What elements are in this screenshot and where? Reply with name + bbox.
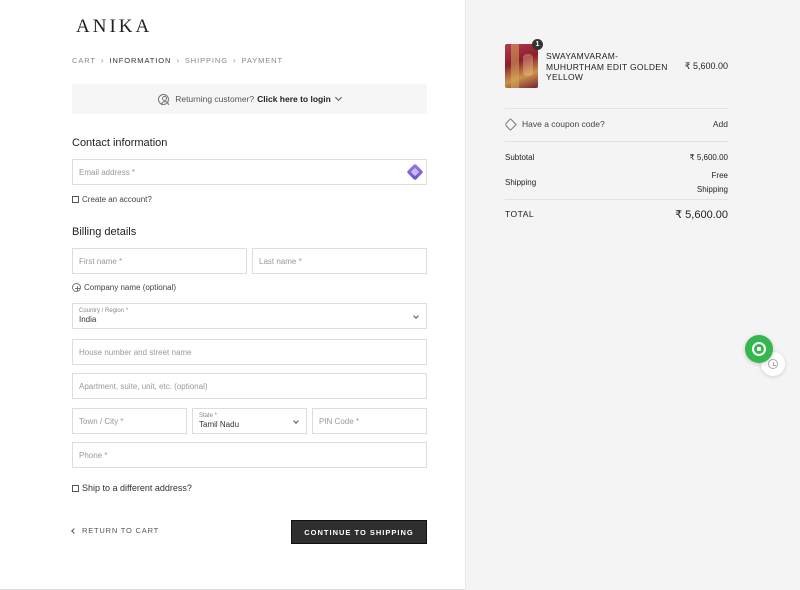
- contact-information-title: Contact information: [72, 137, 168, 149]
- last-name-placeholder: Last name *: [259, 256, 302, 266]
- coupon-row[interactable]: Have a coupon code? Add: [504, 117, 728, 131]
- checkbox-box[interactable]: [72, 196, 79, 203]
- apartment-placeholder: Apartment, suite, unit, etc. (optional): [79, 381, 208, 391]
- breadcrumb-cart[interactable]: CART: [72, 56, 96, 65]
- returning-customer-text: Returning customer?: [175, 94, 255, 104]
- street-address-field[interactable]: House number and street name: [72, 339, 427, 365]
- city-placeholder: Town / City *: [79, 416, 124, 426]
- country-label: Country / Region *: [79, 308, 129, 314]
- country-value: India: [79, 315, 97, 324]
- quantity-badge: 1: [532, 39, 543, 50]
- password-manager-icon[interactable]: [406, 163, 424, 181]
- arrow-left-icon: [71, 527, 77, 534]
- shipping-value-line1: Free: [711, 171, 728, 180]
- state-select[interactable]: State * Tamil Nadu: [192, 408, 307, 434]
- subtotal-value: ₹ 5,600.00: [689, 153, 728, 162]
- chevron-down-icon: [293, 418, 299, 424]
- breadcrumb: CART › INFORMATION › SHIPPING › PAYMENT: [72, 56, 283, 65]
- continue-to-shipping-button[interactable]: CONTINUE TO SHIPPING: [291, 520, 427, 544]
- email-placeholder: Email address *: [79, 167, 136, 177]
- return-to-cart-label: RETURN TO CART: [82, 526, 160, 535]
- total-value: ₹ 5,600.00: [675, 209, 728, 221]
- breadcrumb-shipping: SHIPPING: [184, 56, 228, 65]
- shipping-label: Shipping: [505, 178, 537, 187]
- plus-circle-icon: [72, 283, 81, 292]
- pin-code-placeholder: PIN Code *: [319, 416, 360, 426]
- last-name-field[interactable]: Last name *: [252, 248, 427, 274]
- phone-field[interactable]: Phone *: [72, 442, 427, 468]
- pin-code-field[interactable]: PIN Code *: [312, 408, 427, 434]
- state-value: Tamil Nadu: [199, 420, 240, 429]
- email-field[interactable]: Email address *: [72, 159, 427, 185]
- whatsapp-chat-button[interactable]: [745, 335, 773, 363]
- first-name-placeholder: First name *: [79, 256, 123, 266]
- create-account-label: Create an account?: [82, 195, 152, 204]
- breadcrumb-payment: PAYMENT: [241, 56, 283, 65]
- subtotal-label: Subtotal: [505, 153, 535, 162]
- history-icon: [768, 359, 778, 369]
- returning-customer-banner[interactable]: Returning customer? Click here to login: [72, 84, 427, 114]
- city-field[interactable]: Town / City *: [72, 408, 187, 434]
- breadcrumb-chevron-icon: ›: [232, 56, 237, 65]
- order-summary-panel: [465, 0, 800, 590]
- breadcrumb-chevron-icon: ›: [100, 56, 105, 65]
- first-name-field[interactable]: First name *: [72, 248, 247, 274]
- tag-icon: [504, 117, 517, 131]
- chevron-down-icon: [413, 313, 419, 319]
- user-icon: [158, 93, 170, 105]
- return-to-cart-link[interactable]: RETURN TO CART: [71, 526, 160, 535]
- billing-details-title: Billing details: [72, 226, 137, 238]
- coupon-prompt: Have a coupon code?: [522, 119, 605, 129]
- brand-logo[interactable]: ANIKA: [76, 16, 152, 38]
- product-thumbnail: [505, 44, 538, 88]
- chevron-down-icon: [334, 93, 342, 102]
- ship-different-address-checkbox[interactable]: Ship to a different address?: [72, 483, 192, 493]
- breadcrumb-chevron-icon: ›: [176, 56, 180, 65]
- shipping-value-line2: Shipping: [696, 185, 728, 194]
- total-label: TOTAL: [505, 209, 535, 219]
- summary-divider: [505, 108, 728, 109]
- whatsapp-icon: [752, 342, 766, 356]
- company-name-label: Company name (optional): [84, 283, 177, 292]
- product-price: ₹ 5,600.00: [684, 61, 728, 71]
- create-account-checkbox[interactable]: Create an account?: [72, 195, 152, 204]
- login-link[interactable]: Click here to login: [257, 94, 331, 104]
- add-coupon-button[interactable]: Add: [713, 119, 728, 129]
- checkout-form-panel: ANIKA CART › INFORMATION › SHIPPING › PA…: [0, 0, 465, 590]
- checkbox-box[interactable]: [72, 484, 79, 492]
- product-name: SWAYAMVARAM-MUHURTHAM EDIT GOLDEN YELLOW: [546, 51, 668, 82]
- ship-different-label: Ship to a different address?: [82, 483, 192, 493]
- state-label: State *: [199, 413, 218, 419]
- phone-placeholder: Phone *: [79, 450, 108, 460]
- summary-divider: [505, 141, 728, 142]
- add-company-name-link[interactable]: Company name (optional): [72, 283, 176, 292]
- country-select[interactable]: Country / Region * India: [72, 303, 427, 329]
- summary-divider: [505, 199, 728, 200]
- breadcrumb-information: INFORMATION: [109, 56, 172, 65]
- apartment-field[interactable]: Apartment, suite, unit, etc. (optional): [72, 373, 427, 399]
- street-placeholder: House number and street name: [79, 347, 192, 357]
